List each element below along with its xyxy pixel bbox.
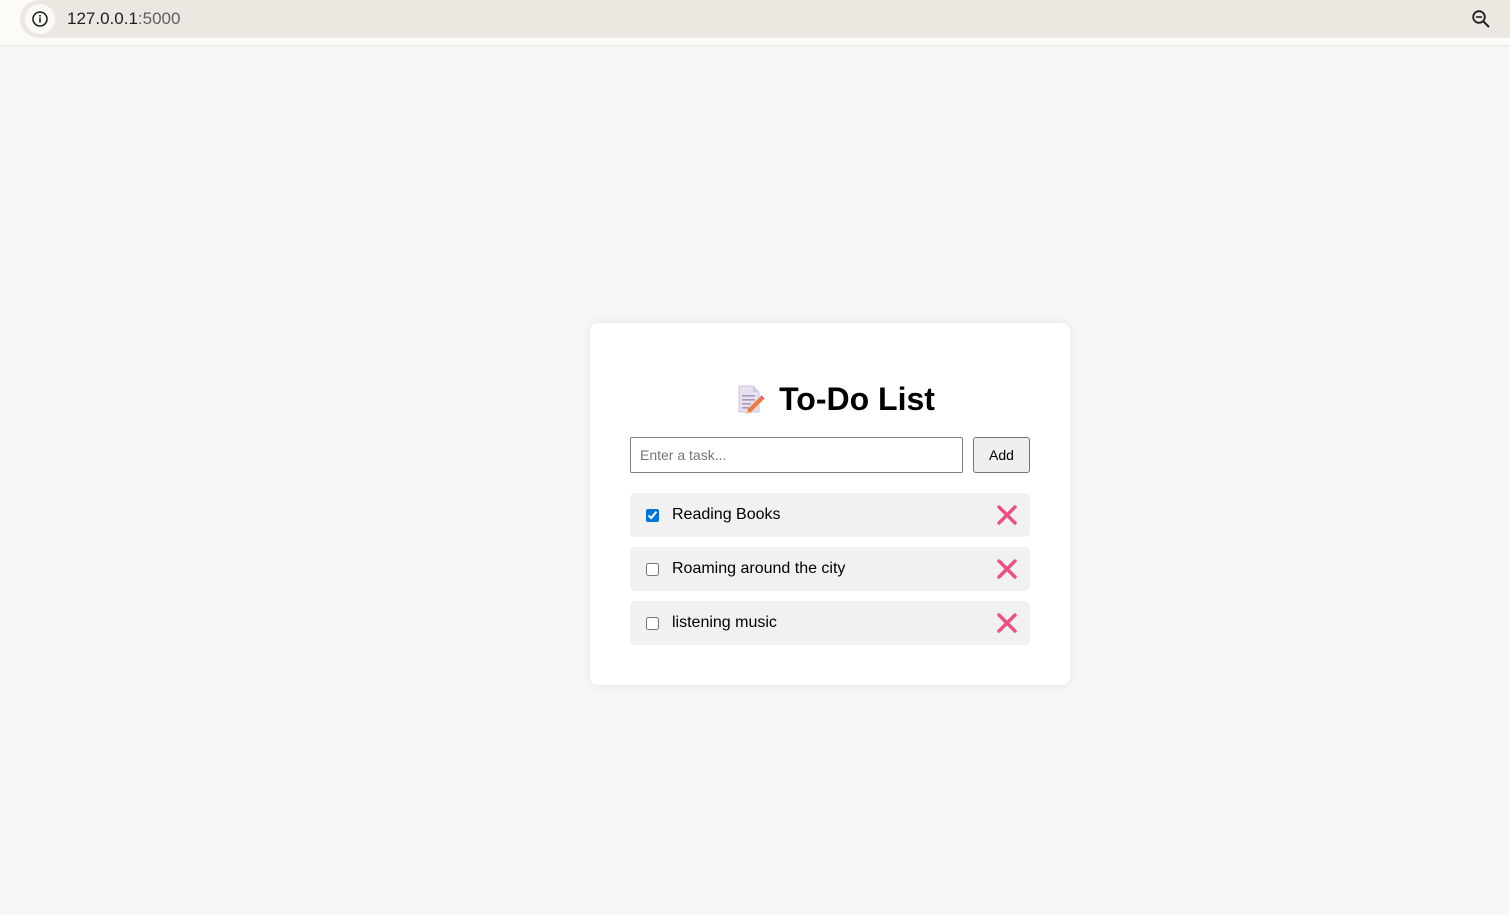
task-list: Reading Books Roaming around the city li… (630, 493, 1030, 655)
page-title: To-Do List (779, 380, 935, 417)
info-icon (32, 11, 48, 27)
task-label: Reading Books (672, 506, 781, 523)
browser-toolbar: 127.0.0.1:5000 (0, 0, 1510, 46)
task-checkbox[interactable] (646, 562, 659, 576)
close-icon (997, 505, 1017, 525)
delete-task-button[interactable] (996, 612, 1018, 634)
url-text[interactable]: 127.0.0.1:5000 (67, 9, 180, 29)
url-port: :5000 (137, 9, 181, 28)
address-bar[interactable]: 127.0.0.1:5000 (20, 0, 1510, 38)
task-item: Roaming around the city (630, 547, 1030, 591)
memo-icon (738, 385, 765, 414)
task-item: listening music (630, 601, 1030, 645)
close-icon (997, 613, 1017, 633)
site-info-button[interactable] (25, 4, 55, 34)
todo-card: To-Do List Add Reading Books Roaming aro… (590, 323, 1070, 685)
task-input[interactable] (630, 437, 963, 473)
title-row: To-Do List (590, 379, 1070, 419)
delete-task-button[interactable] (996, 558, 1018, 580)
zoom-button[interactable] (1470, 8, 1492, 30)
close-icon (997, 559, 1017, 579)
add-button[interactable]: Add (973, 437, 1030, 473)
task-item: Reading Books (630, 493, 1030, 537)
url-host: 127.0.0.1 (67, 9, 138, 28)
delete-task-button[interactable] (996, 504, 1018, 526)
zoom-out-icon (1472, 10, 1490, 28)
task-checkbox[interactable] (646, 616, 659, 630)
task-label: Roaming around the city (672, 560, 846, 577)
task-checkbox[interactable] (646, 508, 659, 522)
task-label: listening music (672, 614, 777, 631)
